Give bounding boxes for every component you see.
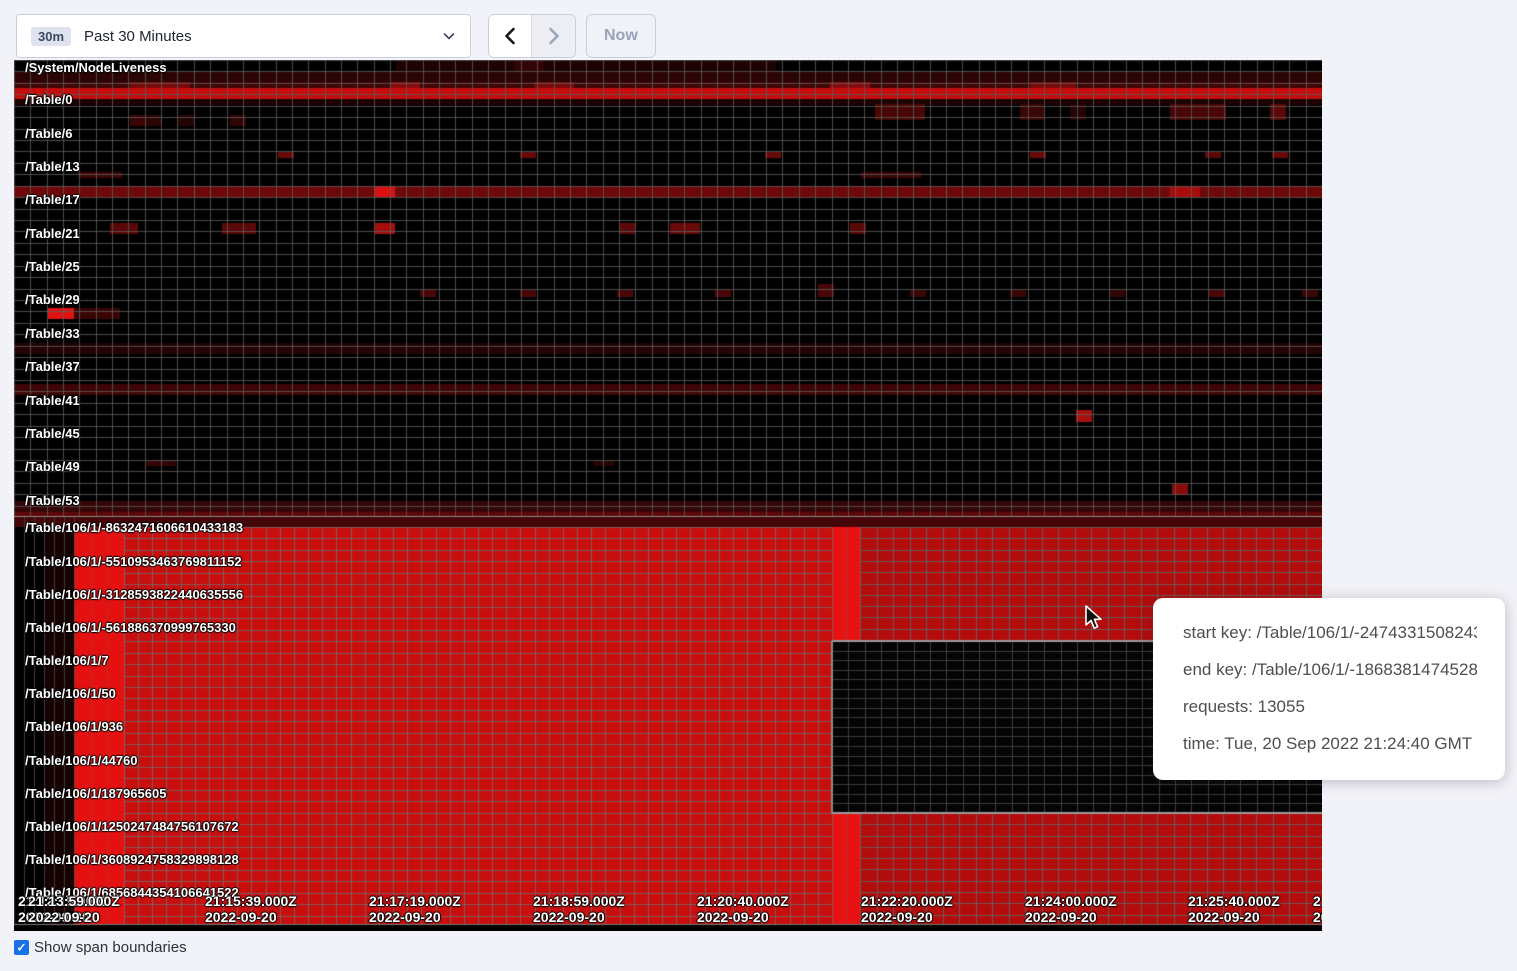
time-range-badge: 30m xyxy=(31,27,71,46)
check-icon: ✓ xyxy=(16,941,26,953)
key-visualizer-page: 30m Past 30 Minutes Now /System/NodeLive… xyxy=(0,0,1517,971)
now-button[interactable]: Now xyxy=(586,14,656,58)
tooltip-end-key: end key: /Table/106/1/-18683814745282642… xyxy=(1183,658,1477,681)
toolbar: 30m Past 30 Minutes Now xyxy=(16,14,656,58)
heatmap-canvas[interactable] xyxy=(14,60,1322,931)
time-range-select[interactable]: 30m Past 30 Minutes xyxy=(16,14,471,58)
show-span-boundaries-checkbox[interactable]: ✓ xyxy=(14,940,29,955)
tooltip-time: time: Tue, 20 Sep 2022 21:24:40 GMT xyxy=(1183,732,1477,755)
prev-time-button[interactable] xyxy=(489,15,532,57)
tooltip-requests: requests: 13055 xyxy=(1183,695,1477,718)
chevron-down-icon xyxy=(442,29,456,43)
next-time-button[interactable] xyxy=(532,15,575,57)
chevron-right-icon xyxy=(546,27,562,45)
hover-tooltip: start key: /Table/106/1/-247433150824388… xyxy=(1153,598,1505,780)
tooltip-start-key: start key: /Table/106/1/-247433150824388… xyxy=(1183,621,1477,644)
show-span-boundaries-label: Show span boundaries xyxy=(34,939,187,956)
time-nav-group xyxy=(488,14,576,58)
time-range-label: Past 30 Minutes xyxy=(84,28,442,45)
chevron-left-icon xyxy=(502,27,518,45)
heatmap-container: /System/NodeLiveness/Table/0/Table/6/Tab… xyxy=(14,60,1322,931)
show-span-boundaries-row[interactable]: ✓ Show span boundaries xyxy=(14,939,187,956)
